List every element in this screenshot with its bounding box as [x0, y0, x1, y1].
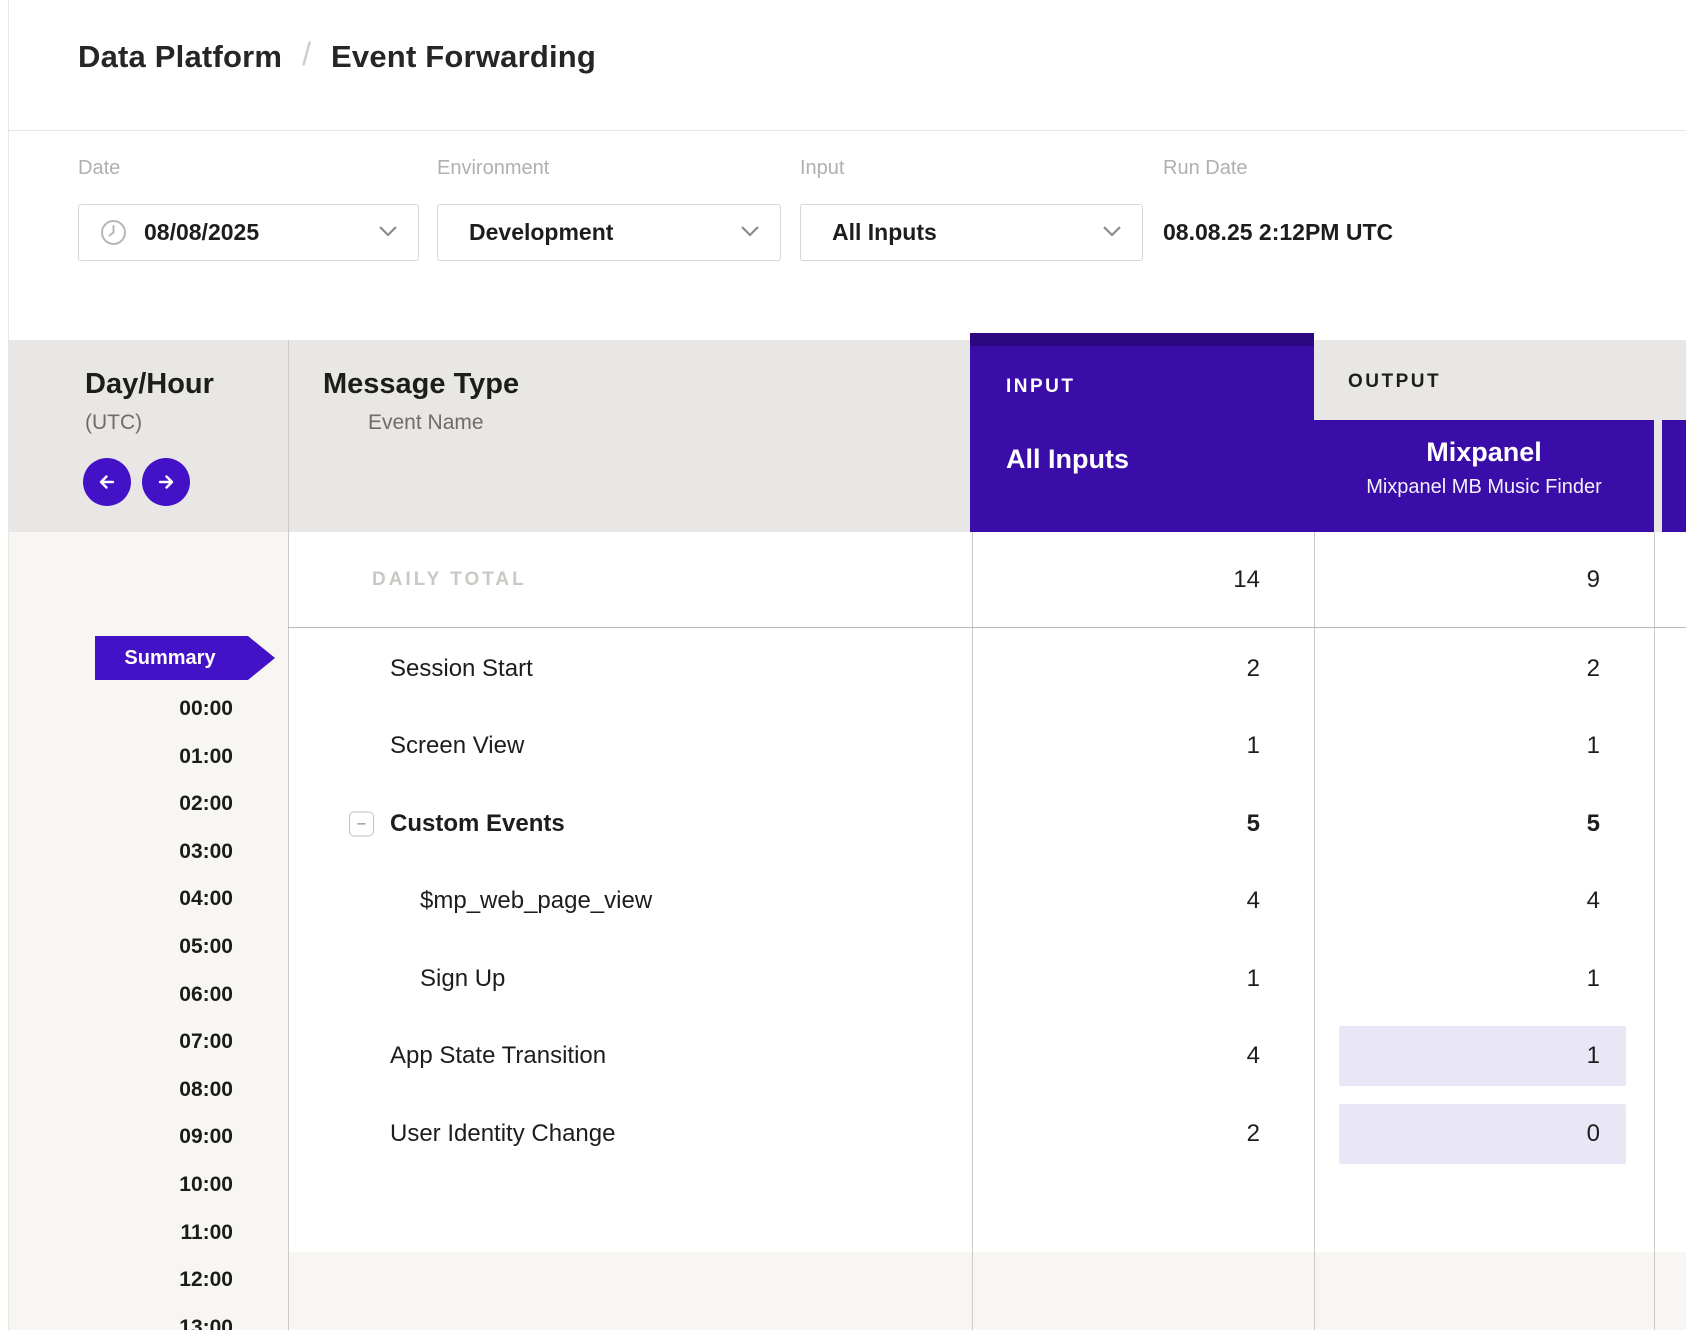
row-output-value: 1: [1314, 965, 1654, 993]
hour-label[interactable]: 09:00: [9, 1113, 233, 1161]
breadcrumb-section[interactable]: Data Platform: [78, 39, 282, 75]
environment-dropdown[interactable]: Development: [437, 204, 781, 261]
date-dropdown[interactable]: 08/08/2025: [78, 204, 419, 261]
row-input-value: 1: [972, 965, 1314, 993]
arrow-right-icon: [153, 469, 179, 495]
page-left-border: [8, 0, 9, 1330]
row-output-value: 1: [1314, 732, 1654, 760]
chevron-down-icon: [1102, 224, 1122, 242]
output-column-subtitle: Mixpanel MB Music Finder: [1314, 476, 1654, 499]
hour-label[interactable]: 12:00: [9, 1256, 233, 1304]
arrow-left-icon: [94, 469, 120, 495]
hour-label[interactable]: 04:00: [9, 875, 233, 923]
hour-label[interactable]: 05:00: [9, 923, 233, 971]
table-row-sign-up: Sign Up 1 1: [288, 940, 1686, 1018]
output-column-partial: [1662, 420, 1686, 532]
environment-value: Development: [469, 219, 613, 246]
event-name-subtitle: Event Name: [368, 411, 484, 435]
run-date-label: Run Date: [1163, 157, 1248, 180]
summary-row-tag[interactable]: Summary: [95, 636, 275, 680]
row-label: Sign Up: [420, 965, 505, 993]
output-column-name: Mixpanel: [1314, 437, 1654, 468]
clock-icon: [100, 219, 127, 246]
input-column-header[interactable]: INPUT All Inputs: [970, 333, 1314, 532]
table-row-app-state-transition: App State Transition 4 1: [288, 1017, 1686, 1095]
chevron-down-icon: [740, 224, 760, 242]
page-title: Event Forwarding: [331, 39, 596, 75]
input-section-label: INPUT: [1006, 376, 1076, 398]
table-row-mp-web-page-view: $mp_web_page_view 4 4: [288, 862, 1686, 940]
filters-divider: [9, 130, 1686, 131]
output-section-label: OUTPUT: [1348, 371, 1441, 393]
input-value: All Inputs: [832, 219, 937, 246]
row-output-value: 5: [1314, 810, 1654, 838]
input-dropdown[interactable]: All Inputs: [800, 204, 1143, 261]
row-label: User Identity Change: [390, 1120, 615, 1148]
input-column-cap: [970, 333, 1314, 346]
row-input-value: 5: [972, 810, 1314, 838]
input-filter-label: Input: [800, 157, 844, 180]
row-input-value: 4: [972, 887, 1314, 915]
hour-list: 00:00 01:00 02:00 03:00 04:00 05:00 06:0…: [9, 685, 233, 1330]
breadcrumb-separator: /: [302, 36, 311, 73]
hour-label[interactable]: 08:00: [9, 1066, 233, 1114]
daily-total-input-value: 14: [972, 566, 1314, 594]
row-label: $mp_web_page_view: [420, 887, 652, 915]
collapse-minus-icon[interactable]: −: [349, 812, 374, 837]
hour-label[interactable]: 02:00: [9, 780, 233, 828]
date-filter-label: Date: [78, 157, 120, 180]
row-input-value: 2: [972, 1120, 1314, 1148]
grid-footer-area: [288, 1252, 1686, 1330]
hour-label[interactable]: 10:00: [9, 1161, 233, 1209]
hour-label[interactable]: 03:00: [9, 828, 233, 876]
input-column-name: All Inputs: [1006, 444, 1129, 475]
row-label: Session Start: [390, 655, 533, 683]
event-forwarding-page: Data Platform / Event Forwarding Date En…: [0, 0, 1686, 1330]
daily-total-label: DAILY TOTAL: [372, 569, 527, 591]
hour-label[interactable]: 13:00: [9, 1304, 233, 1330]
table-row-screen-view: Screen View 1 1: [288, 707, 1686, 785]
row-label: Screen View: [390, 732, 524, 760]
row-input-value: 4: [972, 1042, 1314, 1070]
row-output-value: 0: [1314, 1120, 1654, 1148]
row-label: Custom Events: [390, 810, 565, 838]
row-input-value: 1: [972, 732, 1314, 760]
hour-label[interactable]: 11:00: [9, 1209, 233, 1257]
chevron-down-icon: [378, 224, 398, 242]
output-column-header-mixpanel[interactable]: Mixpanel Mixpanel MB Music Finder: [1314, 420, 1654, 532]
row-label: App State Transition: [390, 1042, 606, 1070]
hour-label[interactable]: 00:00: [9, 685, 233, 733]
hour-label[interactable]: 07:00: [9, 1018, 233, 1066]
date-value: 08/08/2025: [144, 219, 259, 246]
day-hour-header: Day/Hour: [85, 368, 214, 401]
message-type-header: Message Type: [323, 368, 519, 401]
environment-filter-label: Environment: [437, 157, 549, 180]
row-output-value: 1: [1314, 1042, 1654, 1070]
row-input-value: 2: [972, 655, 1314, 683]
daily-total-output-value: 9: [1314, 566, 1654, 594]
breadcrumb: Data Platform / Event Forwarding: [78, 38, 596, 75]
daily-total-row: DAILY TOTAL 14 9: [288, 532, 1686, 627]
hour-label[interactable]: 01:00: [9, 733, 233, 781]
day-hour-subtitle: (UTC): [85, 411, 142, 435]
previous-day-button[interactable]: [83, 458, 131, 506]
table-row-session-start: Session Start 2 2: [288, 630, 1686, 708]
daily-total-divider: [288, 627, 1686, 628]
hour-label[interactable]: 06:00: [9, 971, 233, 1019]
next-day-button[interactable]: [142, 458, 190, 506]
table-row-user-identity-change: User Identity Change 2 0: [288, 1095, 1686, 1173]
run-date-value: 08.08.25 2:12PM UTC: [1163, 204, 1393, 261]
row-output-value: 4: [1314, 887, 1654, 915]
row-output-value: 2: [1314, 655, 1654, 683]
table-row-custom-events: − Custom Events 5 5: [288, 785, 1686, 863]
